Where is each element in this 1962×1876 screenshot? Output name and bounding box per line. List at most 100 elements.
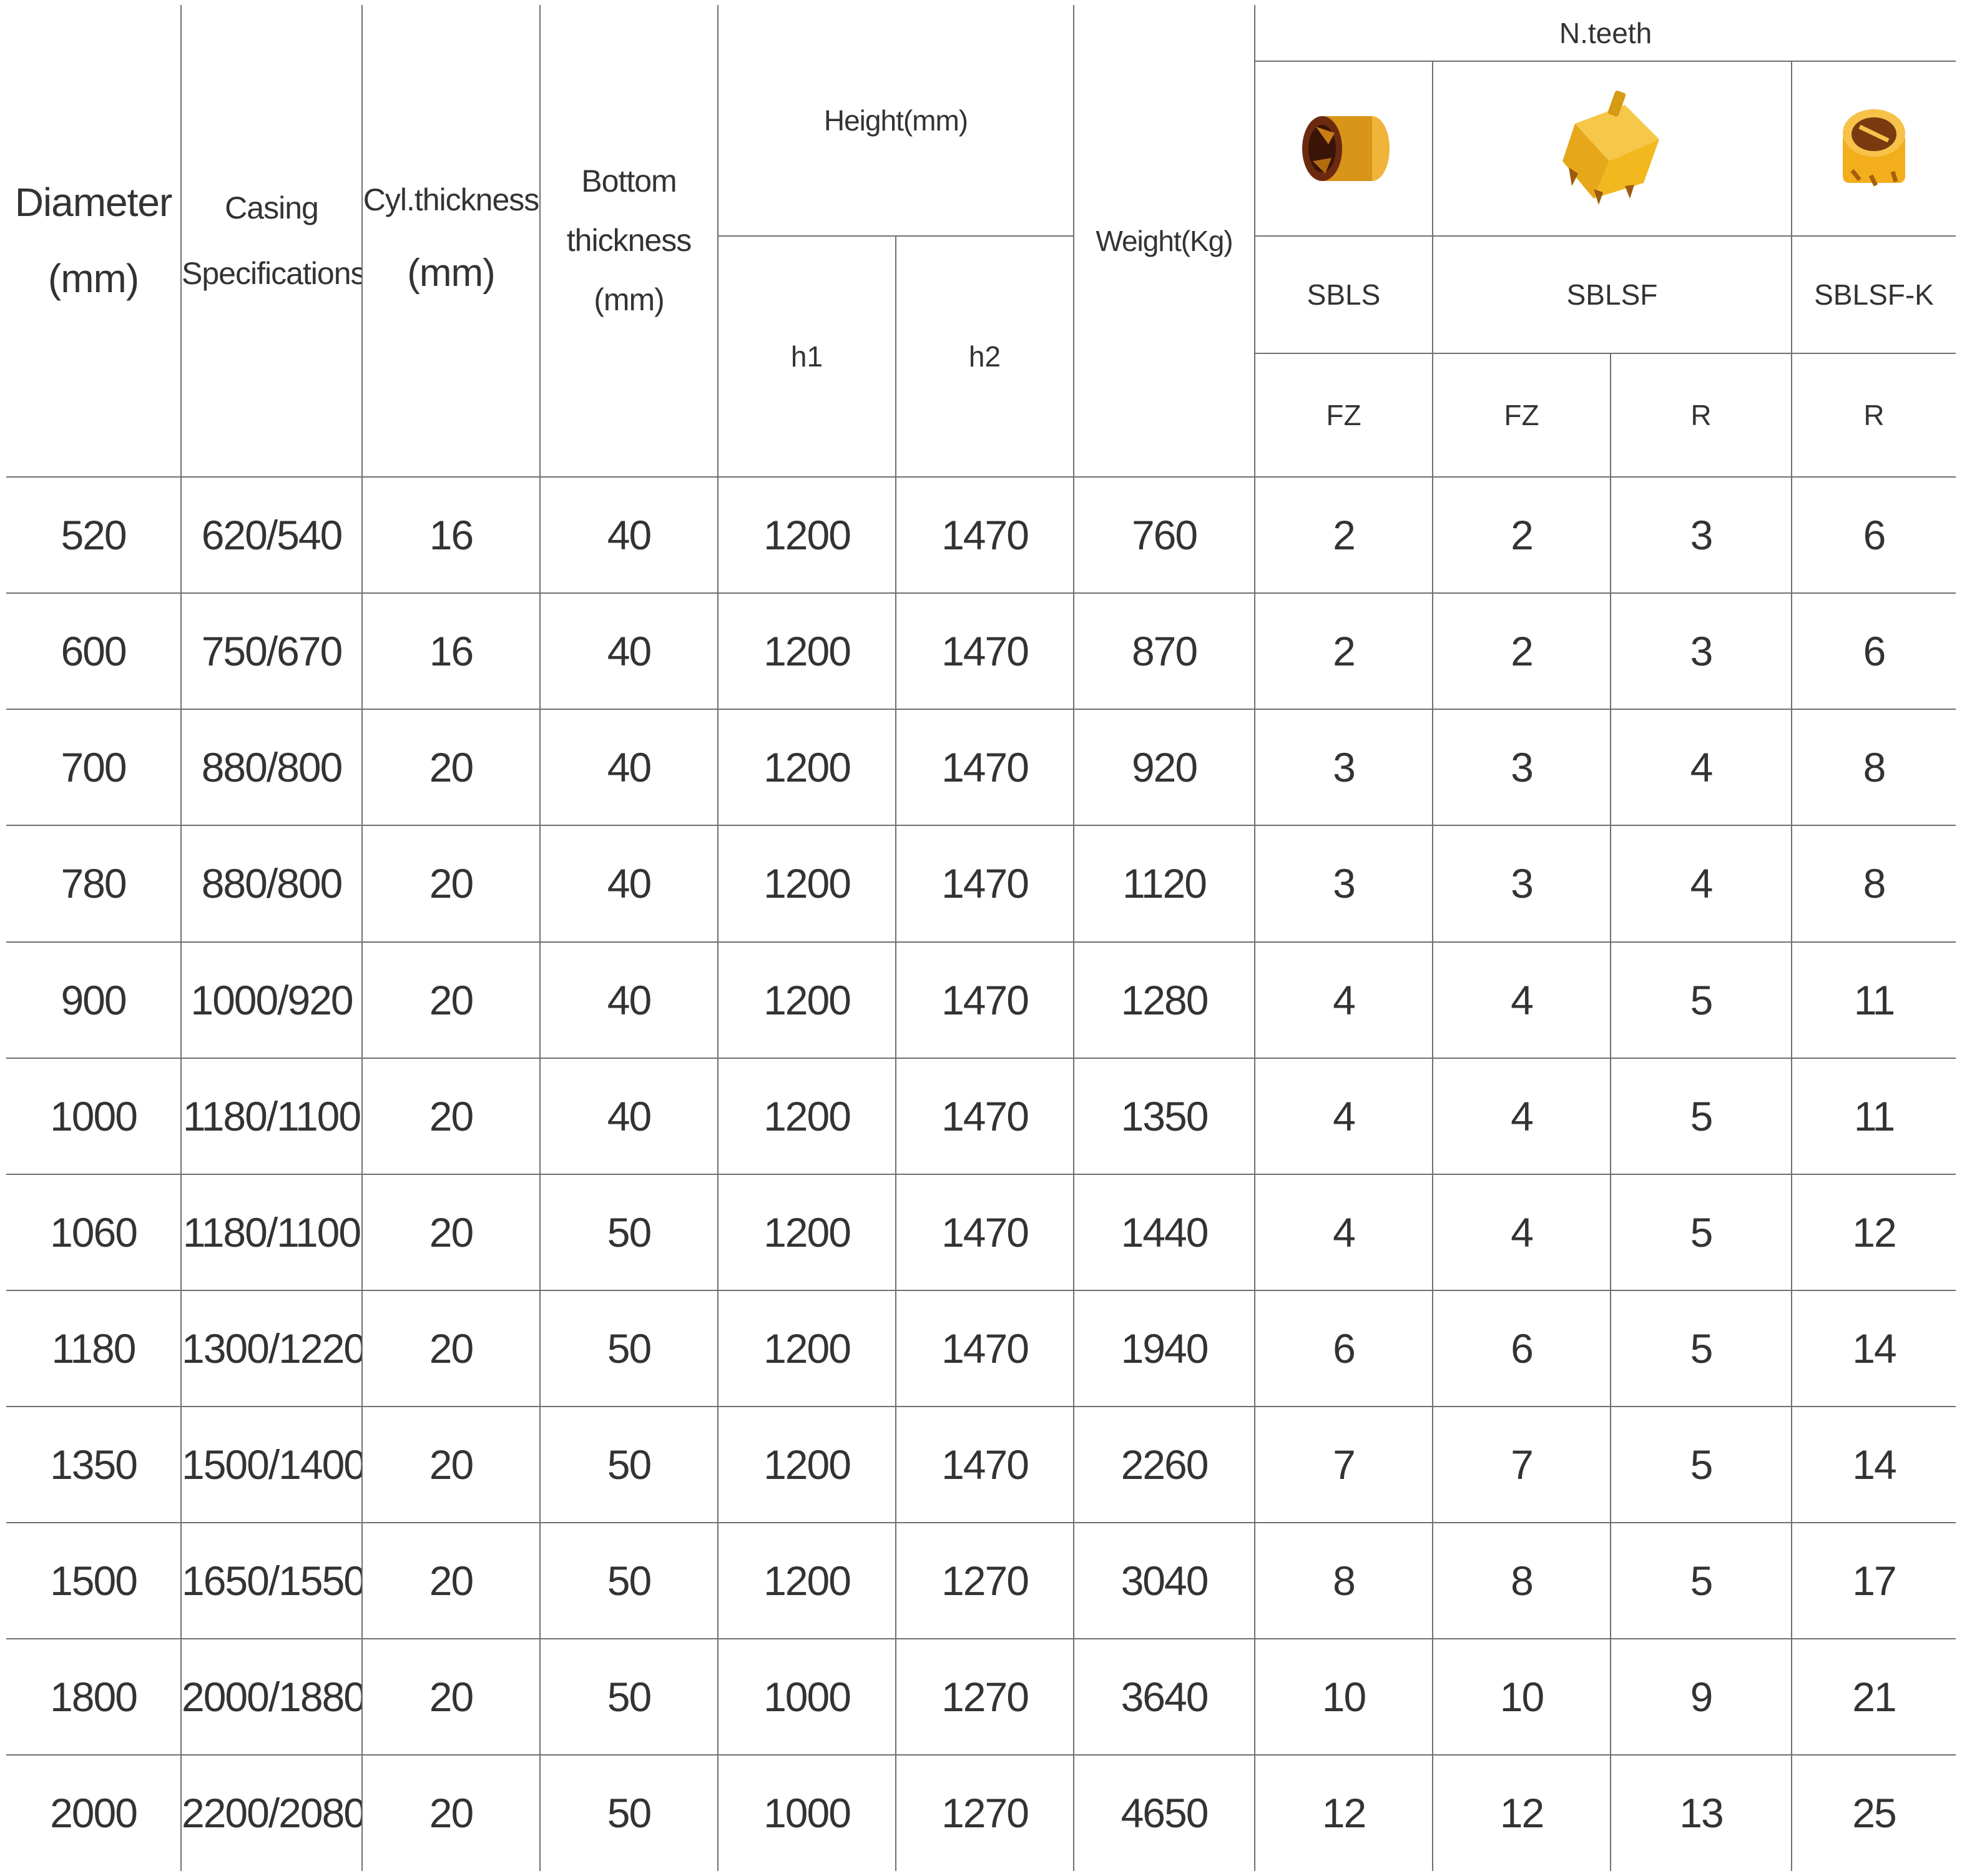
cell-sbls-fz: 7 [1254, 1405, 1433, 1523]
header-bottom-sub: thickness [566, 223, 692, 258]
cell-sblsf-r: 5 [1610, 1057, 1792, 1175]
cell-sblsf-r: 9 [1610, 1638, 1792, 1756]
cell-casing: 1180/1100 [180, 1173, 363, 1291]
cell-bottom-thickness: 50 [539, 1173, 719, 1291]
cell-h2: 1470 [895, 592, 1074, 710]
cell-sblsf-r: 3 [1610, 592, 1792, 710]
cell-diameter: 2000 [6, 1754, 182, 1871]
cell-sblsf-fz: 4 [1432, 1173, 1611, 1291]
cell-h2: 1470 [895, 476, 1074, 594]
cell-sblsf-r: 4 [1610, 825, 1792, 943]
cell-diameter: 1800 [6, 1638, 182, 1756]
cell-h2: 1470 [895, 709, 1074, 827]
header-cyl-thickness: Cyl.thickness (mm) [361, 5, 541, 478]
cell-sblsf-fz: 3 [1432, 825, 1611, 943]
cell-sblsf-k-r: 14 [1791, 1405, 1956, 1523]
cell-diameter: 1180 [6, 1289, 182, 1407]
cell-h2: 1470 [895, 1057, 1074, 1175]
cell-sblsf-k-r: 8 [1791, 825, 1956, 943]
cell-bottom-thickness: 40 [539, 476, 719, 594]
table-body: 520 620/540 16 40 1200 1470 760 2 2 3 6 600 750/670 1… [6, 476, 1956, 1871]
cell-bottom-thickness: 50 [539, 1638, 719, 1756]
cell-weight: 3040 [1073, 1521, 1255, 1639]
cell-weight: 1280 [1073, 941, 1255, 1059]
cell-bottom-thickness: 40 [539, 825, 719, 943]
cell-sblsf-k-r: 11 [1791, 941, 1956, 1059]
cell-h1: 1200 [717, 592, 896, 710]
header-height: Height(mm) [717, 5, 1074, 237]
cell-h1: 1000 [717, 1638, 896, 1756]
cell-h2: 1270 [895, 1754, 1074, 1871]
cell-h1: 1200 [717, 1405, 896, 1523]
header-model-sblsf: SBLSF [1432, 235, 1792, 355]
cell-sblsf-r: 5 [1610, 1173, 1792, 1291]
cell-h2: 1470 [895, 1173, 1074, 1291]
header-diameter-unit: (mm) [47, 255, 139, 301]
table-row: 1000 1180/1100 20 40 1200 1470 1350 4 4 5 11 [6, 1057, 1956, 1175]
cell-sbls-fz: 3 [1254, 709, 1433, 827]
cell-sbls-fz: 2 [1254, 592, 1433, 710]
cell-h2: 1470 [895, 1405, 1074, 1523]
header-bottom-unit: (mm) [594, 282, 665, 318]
cell-bottom-thickness: 50 [539, 1405, 719, 1523]
cell-cyl-thickness: 20 [361, 825, 541, 943]
cell-h1: 1000 [717, 1754, 896, 1871]
header-cyl-thickness-unit: (mm) [407, 252, 496, 295]
table-row: 2000 2200/2080 20 50 1000 1270 4650 12 12 13 25 [6, 1754, 1956, 1871]
cell-sblsf-fz: 2 [1432, 592, 1611, 710]
cell-sblsf-k-r: 6 [1791, 476, 1956, 594]
table-row: 520 620/540 16 40 1200 1470 760 2 2 3 6 [6, 476, 1956, 594]
cell-diameter: 900 [6, 941, 182, 1059]
cell-bottom-thickness: 40 [539, 592, 719, 710]
cell-sblsf-fz: 4 [1432, 941, 1611, 1059]
cell-diameter: 780 [6, 825, 182, 943]
header-model-sblsf-k: SBLSF-K [1791, 235, 1956, 355]
cell-weight: 870 [1073, 592, 1255, 710]
header-h2: h2 [895, 235, 1074, 478]
cell-cyl-thickness: 20 [361, 1057, 541, 1175]
cell-h2: 1270 [895, 1638, 1074, 1756]
header-casing-sub: Specifications [182, 255, 362, 291]
header-diameter: Diameter (mm) [6, 5, 182, 478]
header-casing: Casing Specifications [180, 5, 363, 478]
header-teeth-type: FZ [1255, 353, 1433, 478]
cell-casing: 750/670 [180, 592, 363, 710]
cell-sblsf-k-r: 14 [1791, 1289, 1956, 1407]
cell-h1: 1200 [717, 1289, 896, 1407]
cell-casing: 1500/1400 [180, 1405, 363, 1523]
cell-cyl-thickness: 20 [361, 1173, 541, 1291]
cell-sblsf-r: 5 [1610, 1521, 1792, 1639]
cell-casing: 880/800 [180, 825, 363, 943]
cell-casing: 1300/1220 [180, 1289, 363, 1407]
cell-cyl-thickness: 20 [361, 1405, 541, 1523]
cell-weight: 1440 [1073, 1173, 1255, 1291]
table-row: 1800 2000/1880 20 50 1000 1270 3640 10 10 9 21 [6, 1638, 1956, 1756]
cell-sblsf-k-r: 8 [1791, 709, 1956, 827]
cell-sblsf-fz: 12 [1432, 1754, 1611, 1871]
cell-sblsf-k-r: 6 [1791, 592, 1956, 710]
header-cyl-thickness-label: Cyl.thickness [363, 182, 539, 218]
header-diameter-label: Diameter [14, 180, 173, 225]
cell-bottom-thickness: 50 [539, 1754, 719, 1871]
cell-diameter: 1000 [6, 1057, 182, 1175]
cell-cyl-thickness: 20 [361, 709, 541, 827]
spec-table: Diameter (mm) Casing Specifications Cyl.… [6, 5, 1956, 1871]
cell-sblsf-r: 13 [1610, 1754, 1792, 1871]
cell-casing: 1650/1550 [180, 1521, 363, 1639]
table-row: 780 880/800 20 40 1200 1470 1120 3 3 4 8 [6, 825, 1956, 943]
cell-sblsf-r: 3 [1610, 476, 1792, 594]
cell-h1: 1200 [717, 1057, 896, 1175]
cell-weight: 1940 [1073, 1289, 1255, 1407]
table-row: 1350 1500/1400 20 50 1200 1470 2260 7 7 5 14 [6, 1405, 1956, 1523]
cell-sbls-fz: 12 [1254, 1754, 1433, 1871]
cell-bottom-thickness: 40 [539, 1057, 719, 1175]
cell-casing: 1000/920 [180, 941, 363, 1059]
cell-sblsf-fz: 3 [1432, 709, 1611, 827]
cell-sblsf-k-r: 11 [1791, 1057, 1956, 1175]
sblsf-k-image-cell [1791, 61, 1956, 237]
cell-weight: 1120 [1073, 825, 1255, 943]
header-casing-label: Casing [225, 190, 319, 225]
cell-sblsf-fz: 6 [1432, 1289, 1611, 1407]
header-model-sbls: SBLS [1254, 235, 1433, 355]
sbls-bucket-icon [1255, 108, 1431, 189]
